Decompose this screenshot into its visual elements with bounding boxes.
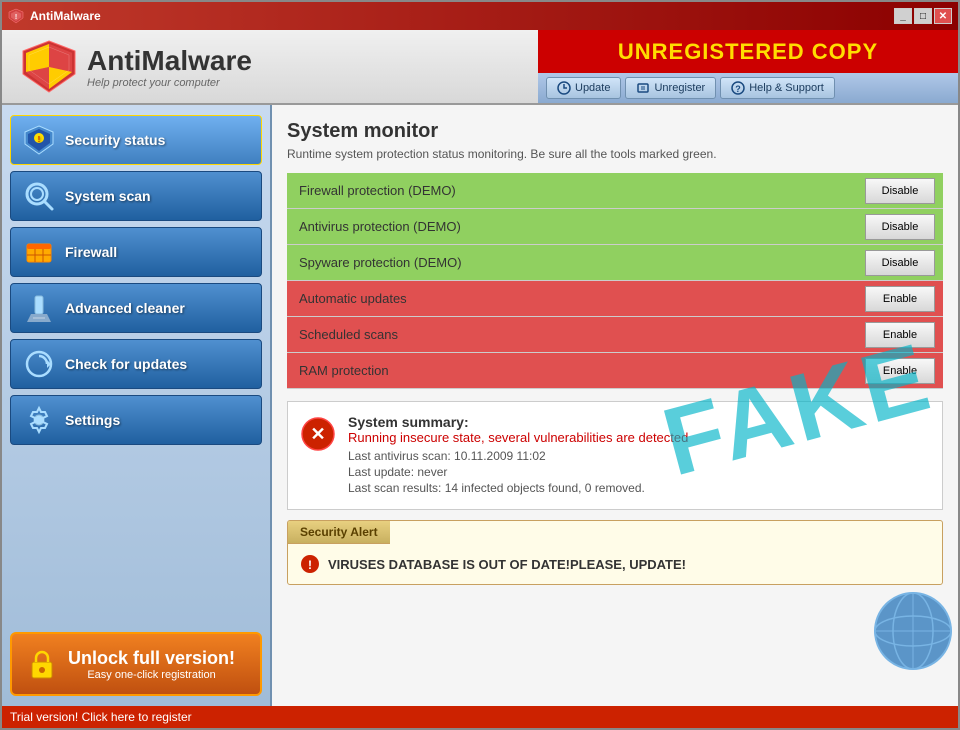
minimize-button[interactable]: _ <box>894 8 912 24</box>
update-icon <box>557 81 571 95</box>
unregister-nav-button[interactable]: Unregister <box>625 77 716 99</box>
sidebar-item-scan[interactable]: System scan <box>10 171 262 221</box>
monitor-row-antivirus: Antivirus protection (DEMO) Disable <box>287 209 943 245</box>
summary-box: ✕ System summary: Running insecure state… <box>287 401 943 510</box>
cleaner-icon <box>23 292 55 324</box>
updates-icon <box>23 348 55 380</box>
sidebar-item-settings[interactable]: Settings <box>10 395 262 445</box>
globe-decoration <box>873 591 953 676</box>
title-bar: ! AntiMalware _ □ ✕ <box>2 2 958 30</box>
warning-icon: ✕ <box>300 416 336 452</box>
unlock-icon <box>24 646 60 682</box>
app-subtitle: Help protect your computer <box>87 77 252 89</box>
alert-message: VIRUSES DATABASE IS OUT OF DATE!PLEASE, … <box>328 557 686 572</box>
security-alert-box: Security Alert ! VIRUSES DATABASE IS OUT… <box>287 520 943 585</box>
header-text-area: AntiMalware Help protect your computer <box>87 45 252 89</box>
svg-text:!: ! <box>15 14 17 21</box>
app-logo-icon <box>22 39 77 94</box>
svg-text:✕: ✕ <box>310 424 325 444</box>
alert-tab: Security Alert <box>288 521 390 544</box>
main-content: ! Security status System scan <box>2 105 958 706</box>
header-right: UNREGISTERED COPY Update Unregister <box>538 30 958 103</box>
svg-text:!: ! <box>38 135 41 144</box>
title-bar-controls: _ □ ✕ <box>894 8 952 24</box>
svg-text:!: ! <box>308 558 312 572</box>
header-nav: Update Unregister ? Help & Support <box>538 73 958 103</box>
spyware-disable-button[interactable]: Disable <box>865 250 935 276</box>
sidebar-item-cleaner[interactable]: Advanced cleaner <box>10 283 262 333</box>
shield-sidebar-icon: ! <box>23 124 55 156</box>
title-bar-text: AntiMalware <box>30 9 101 23</box>
logo-area: AntiMalware Help protect your computer <box>2 30 538 103</box>
update-nav-button[interactable]: Update <box>546 77 621 99</box>
monitor-row-firewall: Firewall protection (DEMO) Disable <box>287 173 943 209</box>
sidebar: ! Security status System scan <box>2 105 272 706</box>
scan-icon <box>23 180 55 212</box>
scheduled-enable-button[interactable]: Enable <box>865 322 935 348</box>
app-title: AntiMalware <box>87 45 252 77</box>
content-area: FAKE System monitor Runtime system prote… <box>272 105 958 706</box>
section-title: System monitor <box>287 120 943 143</box>
monitor-row-scheduled: Scheduled scans Enable <box>287 317 943 353</box>
sidebar-item-security[interactable]: ! Security status <box>10 115 262 165</box>
status-bar[interactable]: Trial version! Click here to register <box>2 706 958 728</box>
firewall-icon <box>23 236 55 268</box>
summary-text: System summary: Running insecure state, … <box>348 414 688 497</box>
unregister-icon <box>636 81 650 95</box>
maximize-button[interactable]: □ <box>914 8 932 24</box>
titlebar-shield-icon: ! <box>8 8 24 24</box>
close-button[interactable]: ✕ <box>934 8 952 24</box>
autoupdate-enable-button[interactable]: Enable <box>865 286 935 312</box>
app-header: AntiMalware Help protect your computer U… <box>2 30 958 105</box>
sidebar-item-updates[interactable]: Check for updates <box>10 339 262 389</box>
antivirus-disable-button[interactable]: Disable <box>865 214 935 240</box>
settings-icon <box>23 404 55 436</box>
alert-content: ! VIRUSES DATABASE IS OUT OF DATE!PLEASE… <box>288 544 942 584</box>
ram-enable-button[interactable]: Enable <box>865 358 935 384</box>
main-window: ! AntiMalware _ □ ✕ AntiMalware <box>0 0 960 730</box>
svg-text:?: ? <box>735 84 741 94</box>
help-nav-button[interactable]: ? Help & Support <box>720 77 835 99</box>
monitor-table: Firewall protection (DEMO) Disable Antiv… <box>287 173 943 389</box>
help-icon: ? <box>731 81 745 95</box>
unregistered-banner: UNREGISTERED COPY <box>538 30 958 73</box>
unlock-button[interactable]: Unlock full version! Easy one-click regi… <box>10 632 262 696</box>
sidebar-item-firewall[interactable]: Firewall <box>10 227 262 277</box>
alert-icon: ! <box>300 554 320 574</box>
monitor-row-ram: RAM protection Enable <box>287 353 943 389</box>
section-desc: Runtime system protection status monitor… <box>287 147 943 161</box>
sidebar-bottom: Unlock full version! Easy one-click regi… <box>10 632 262 696</box>
monitor-row-spyware: Spyware protection (DEMO) Disable <box>287 245 943 281</box>
monitor-row-autoupdate: Automatic updates Enable <box>287 281 943 317</box>
firewall-disable-button[interactable]: Disable <box>865 178 935 204</box>
unlock-text: Unlock full version! Easy one-click regi… <box>68 648 235 681</box>
